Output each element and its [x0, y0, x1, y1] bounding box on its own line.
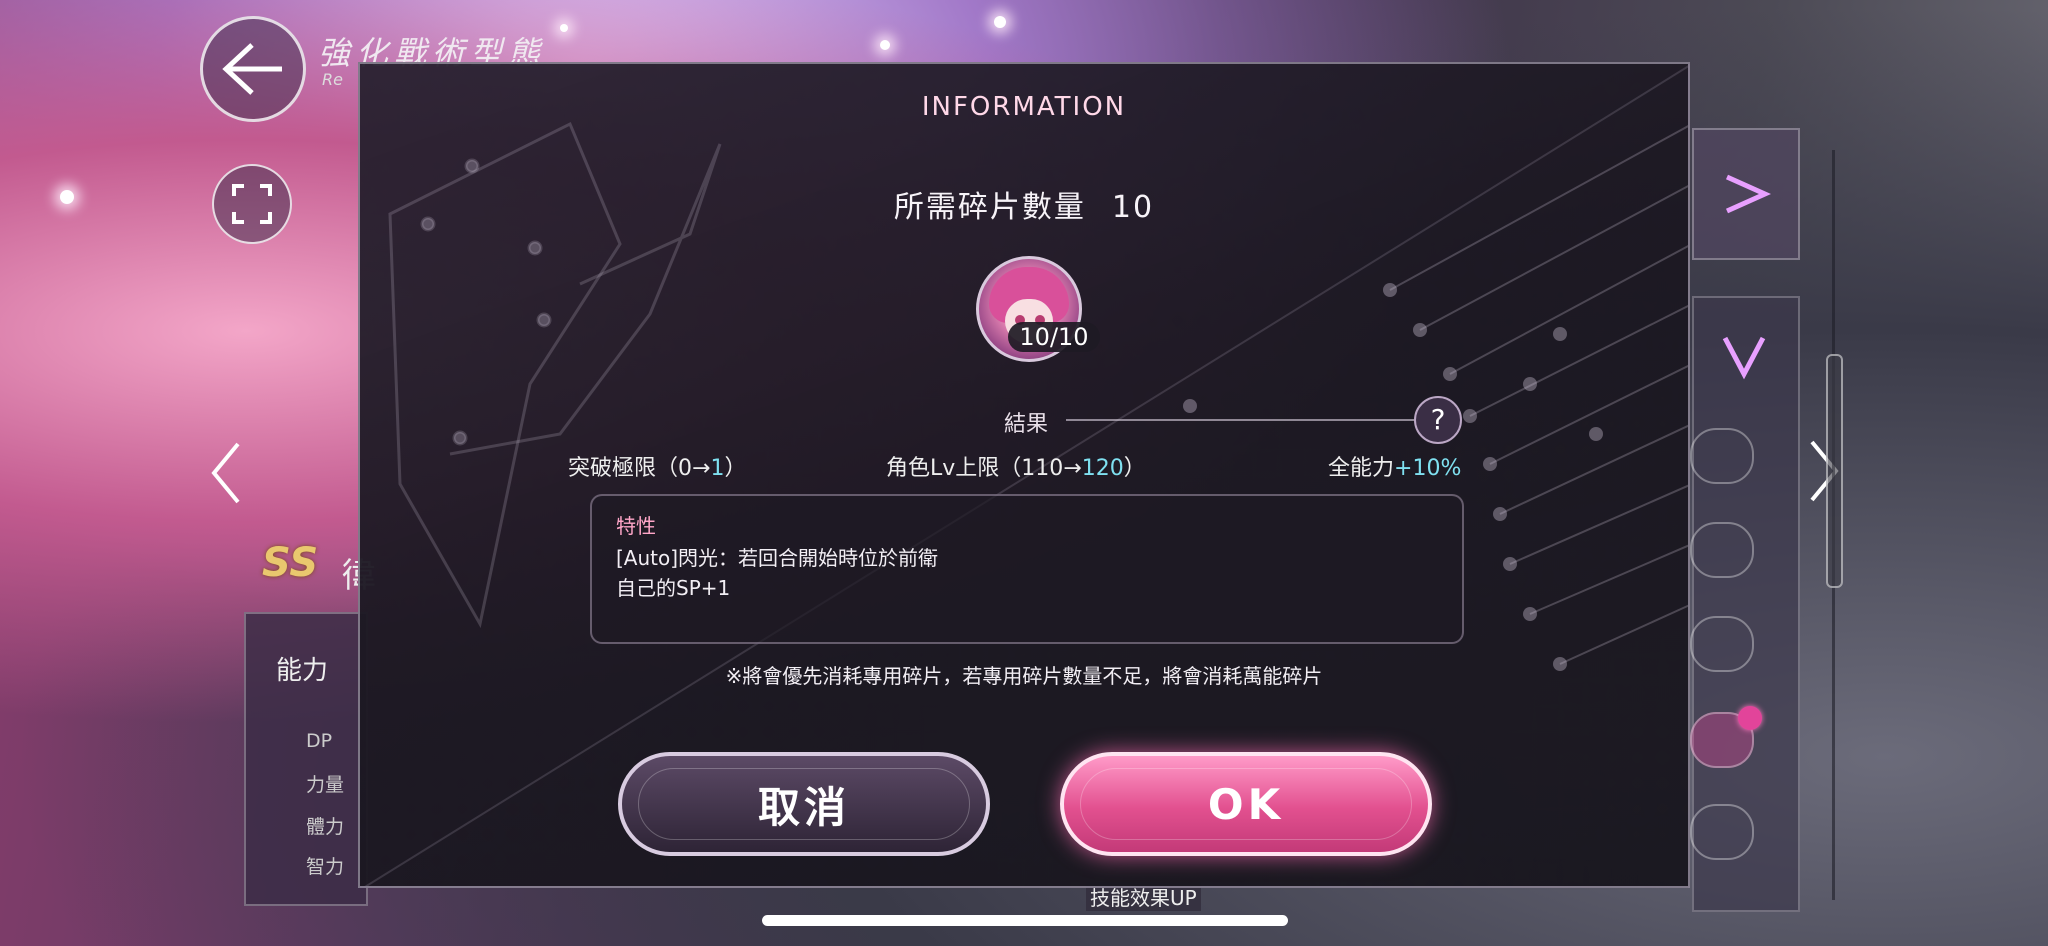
- result-all-stats: 全能力+10%: [1328, 456, 1462, 481]
- trait-line-2: 自己的SP+1: [616, 576, 731, 600]
- shard-count: 10/10: [1008, 322, 1100, 352]
- back-button[interactable]: [200, 16, 306, 122]
- dialog-title: INFORMATION: [921, 92, 1127, 122]
- ability-header: 能力: [276, 656, 329, 686]
- mode-subtitle: Re: [322, 70, 343, 89]
- required-shards: 所需碎片數量 10: [360, 182, 1688, 226]
- fullscreen-icon: [232, 184, 272, 224]
- back-arrow-icon: [222, 43, 282, 95]
- expand-right-button[interactable]: [1692, 128, 1800, 260]
- trait-title: 特性: [616, 514, 656, 538]
- result-divider: [1066, 419, 1420, 421]
- stat-intelligence: 智力: [306, 856, 345, 878]
- option-pill[interactable]: [1690, 804, 1754, 860]
- stat-dp: DP: [306, 730, 333, 752]
- result-level-cap: 角色Lv上限（110→120）: [886, 456, 1146, 481]
- help-button[interactable]: ?: [1414, 396, 1462, 444]
- ability-panel: 能力 DP 力量 體力 智力: [244, 612, 368, 906]
- option-pill[interactable]: [1690, 616, 1754, 672]
- trait-box: 特性 [Auto]閃光：若回合開始時位於前衛 自己的SP+1: [590, 494, 1464, 644]
- sparkle: [560, 24, 568, 32]
- trait-line-1: [Auto]閃光：若回合開始時位於前衛: [616, 546, 939, 570]
- home-indicator[interactable]: [762, 915, 1288, 926]
- sparkle: [880, 40, 890, 50]
- expand-down-button[interactable]: [1692, 300, 1796, 410]
- ok-button[interactable]: OK: [1060, 752, 1432, 856]
- required-shards-value: 10: [1111, 190, 1155, 225]
- cancel-button-label: 取消: [757, 782, 850, 832]
- chevron-right-icon: [1725, 174, 1771, 214]
- required-shards-label: 所需碎片數量: [893, 190, 1086, 225]
- scrollbar-thumb[interactable]: [1826, 354, 1843, 588]
- notification-dot: [1738, 706, 1762, 730]
- prev-arrow-icon[interactable]: [210, 442, 242, 504]
- option-pill[interactable]: [1690, 428, 1754, 484]
- result-label: 結果: [1004, 412, 1049, 437]
- fullscreen-button[interactable]: [212, 164, 292, 244]
- chevron-down-icon: [1722, 336, 1766, 380]
- information-dialog: INFORMATION 所需碎片數量 10 10/10 結果 ? 突破極限（0→1…: [358, 62, 1690, 888]
- option-pill[interactable]: [1690, 522, 1754, 578]
- result-limit-break: 突破極限（0→1）: [568, 456, 747, 481]
- rank-badge: SS: [262, 540, 319, 586]
- stat-vitality: 體力: [306, 816, 345, 838]
- stat-strength: 力量: [306, 774, 345, 796]
- sparkle: [60, 190, 74, 204]
- shard-consumption-note: ※將會優先消耗專用碎片，若專用碎片數量不足，將會消耗萬能碎片: [725, 664, 1323, 688]
- cancel-button[interactable]: 取消: [618, 752, 990, 856]
- sparkle: [994, 16, 1006, 28]
- ok-button-label: OK: [1207, 779, 1285, 829]
